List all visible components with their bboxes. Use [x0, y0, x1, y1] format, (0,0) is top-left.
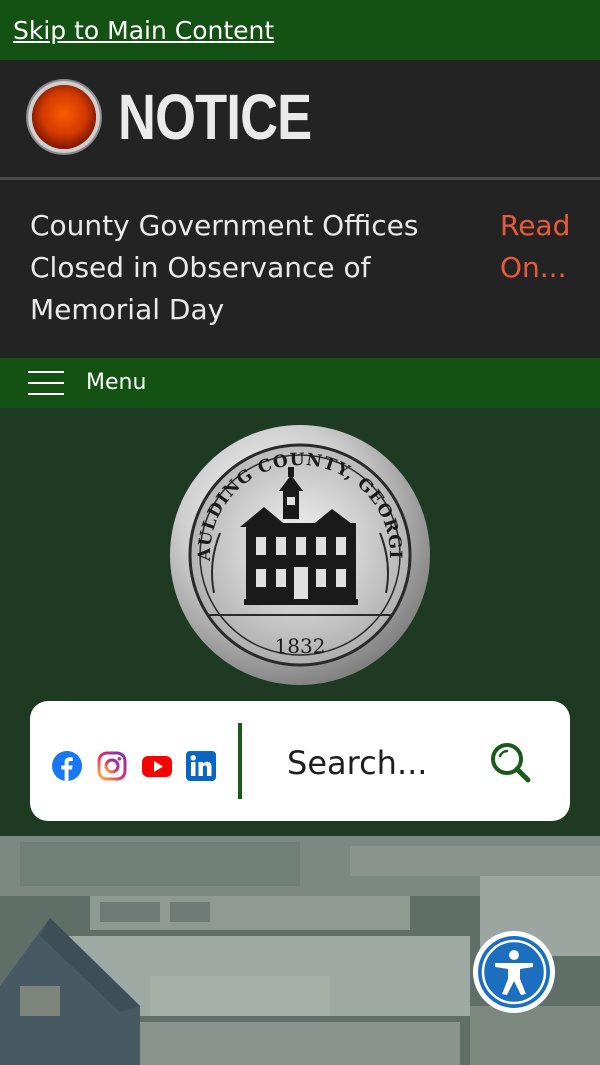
instagram-icon[interactable]: [97, 751, 127, 781]
notice-title: NOTICE: [118, 81, 312, 153]
notice-header: NOTICE: [0, 60, 600, 177]
search-divider: [238, 723, 242, 799]
notice-alert: County Government Offices Closed in Obse…: [0, 180, 600, 358]
search-input[interactable]: [287, 740, 467, 786]
menu-label[interactable]: Menu: [86, 370, 146, 395]
skip-bar: Skip to Main Content: [0, 0, 600, 60]
facebook-icon[interactable]: [52, 751, 82, 781]
accessibility-button[interactable]: [473, 931, 555, 1013]
menu-bar[interactable]: Menu: [0, 358, 600, 408]
read-more-link[interactable]: Read On...: [500, 205, 580, 289]
skip-to-main-link[interactable]: Skip to Main Content: [13, 16, 274, 45]
seal-year: 1832: [275, 634, 326, 658]
hamburger-icon[interactable]: [28, 371, 64, 395]
search-button[interactable]: [488, 740, 532, 784]
county-seal-logo[interactable]: PAULDING COUNTY, GEORGIA 1832: [168, 423, 432, 687]
alert-light-icon: [32, 85, 96, 149]
accessibility-icon: [478, 936, 550, 1008]
youtube-icon[interactable]: [142, 751, 172, 781]
search-icon: [491, 743, 531, 783]
linkedin-icon[interactable]: [186, 751, 216, 781]
notice-message: County Government Offices Closed in Obse…: [30, 209, 419, 326]
